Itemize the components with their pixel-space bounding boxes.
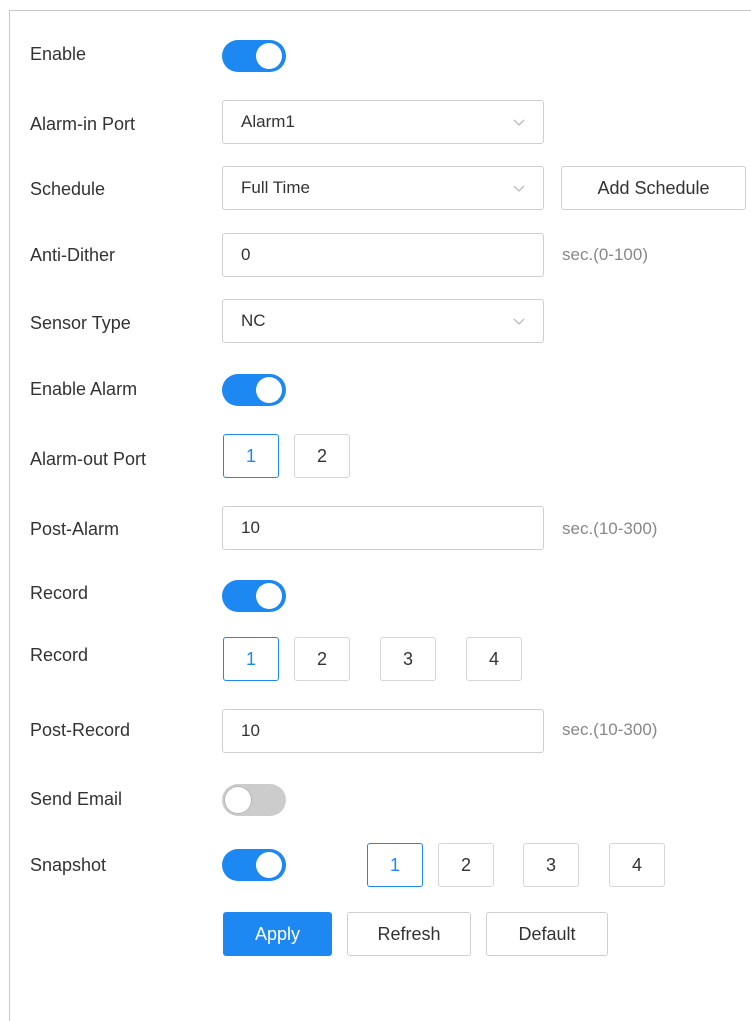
- sensor-type-select[interactable]: NC: [222, 299, 544, 343]
- post-alarm-range-hint: sec.(10-300): [562, 519, 658, 538]
- post-alarm-input[interactable]: 10: [222, 506, 544, 550]
- snapshot-channel-3[interactable]: 3: [523, 843, 579, 887]
- alarm-in-port-value: Alarm1: [241, 112, 295, 131]
- snapshot-toggle[interactable]: [222, 849, 286, 881]
- record-channels-label: Record: [30, 645, 89, 665]
- enable-label: Enable: [30, 44, 87, 64]
- anti-dither-label: Anti-Dither: [30, 245, 116, 265]
- sensor-type-value: NC: [241, 311, 266, 330]
- alarm-out-port-1[interactable]: 1: [223, 434, 279, 478]
- send-email-toggle[interactable]: [222, 784, 286, 816]
- record-toggle[interactable]: [222, 580, 286, 612]
- schedule-select[interactable]: Full Time: [222, 166, 544, 210]
- chevron-down-icon: [513, 315, 525, 327]
- record-channel-2[interactable]: 2: [294, 637, 350, 681]
- refresh-button[interactable]: Refresh: [347, 912, 471, 956]
- record-channel-4[interactable]: 4: [466, 637, 522, 681]
- alarm-out-port-label: Alarm-out Port: [30, 449, 147, 469]
- snapshot-channel-2[interactable]: 2: [438, 843, 494, 887]
- alarm-out-port-2[interactable]: 2: [294, 434, 350, 478]
- schedule-value: Full Time: [241, 178, 310, 197]
- record-channel-3[interactable]: 3: [380, 637, 436, 681]
- toggle-knob: [256, 377, 282, 403]
- alarm-in-port-select[interactable]: Alarm1: [222, 100, 544, 144]
- enable-toggle[interactable]: [222, 40, 286, 72]
- toggle-knob: [256, 852, 282, 878]
- enable-alarm-toggle[interactable]: [222, 374, 286, 406]
- toggle-knob: [256, 43, 282, 69]
- post-record-range-hint: sec.(10-300): [562, 720, 658, 739]
- post-record-input[interactable]: 10: [222, 709, 544, 753]
- default-button[interactable]: Default: [486, 912, 608, 956]
- sensor-type-label: Sensor Type: [30, 313, 131, 333]
- record-toggle-label: Record: [30, 583, 89, 603]
- post-alarm-label: Post-Alarm: [30, 519, 120, 539]
- toggle-knob: [225, 787, 251, 813]
- chevron-down-icon: [513, 116, 525, 128]
- snapshot-label: Snapshot: [30, 855, 107, 875]
- toggle-knob: [256, 583, 282, 609]
- apply-button[interactable]: Apply: [223, 912, 332, 956]
- send-email-label: Send Email: [30, 789, 123, 809]
- anti-dither-range-hint: sec.(0-100): [562, 245, 648, 264]
- chevron-down-icon: [513, 182, 525, 194]
- alarm-in-port-label: Alarm-in Port: [30, 114, 136, 134]
- enable-alarm-label: Enable Alarm: [30, 379, 138, 399]
- record-channel-1[interactable]: 1: [223, 637, 279, 681]
- anti-dither-input[interactable]: 0: [222, 233, 544, 277]
- snapshot-channel-4[interactable]: 4: [609, 843, 665, 887]
- add-schedule-button[interactable]: Add Schedule: [561, 166, 746, 210]
- snapshot-channel-1[interactable]: 1: [367, 843, 423, 887]
- schedule-label: Schedule: [30, 179, 106, 199]
- post-record-label: Post-Record: [30, 720, 131, 740]
